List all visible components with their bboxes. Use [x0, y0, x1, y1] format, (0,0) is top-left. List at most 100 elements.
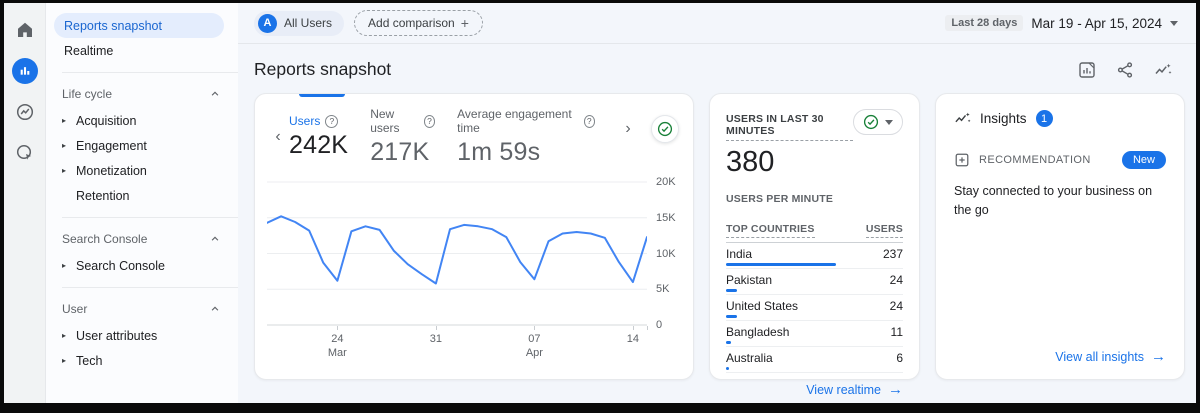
- sidebar-item-monetization[interactable]: ▸ Monetization: [46, 158, 238, 183]
- country-bar: [726, 263, 836, 266]
- bar-chart-icon-glyph: [17, 63, 33, 79]
- nav-rail: [4, 3, 46, 403]
- previous-metrics-button[interactable]: ‹: [267, 128, 289, 146]
- users-per-minute-label: USERS PER MINUTE: [726, 193, 903, 205]
- sidebar-item-label: Acquisition: [76, 114, 136, 128]
- explore-icon[interactable]: [12, 99, 38, 125]
- advertising-icon-glyph: [15, 143, 35, 163]
- country-name: Australia: [726, 351, 773, 365]
- realtime-status-dropdown[interactable]: [853, 109, 903, 135]
- sidebar-item-user-attributes[interactable]: ▸ User attributes: [46, 323, 238, 348]
- main-content: A All Users Add comparison + Last 28 day…: [238, 3, 1196, 403]
- country-users: 24: [890, 299, 903, 313]
- sidebar-item-engagement[interactable]: ▸ Engagement: [46, 133, 238, 158]
- country-users: 6: [896, 351, 903, 365]
- country-bar: [726, 289, 737, 292]
- sidebar-section-user[interactable]: User: [46, 297, 238, 321]
- chevron-up-icon: [210, 234, 220, 244]
- country-name: Bangladesh: [726, 325, 789, 339]
- section-title: Life cycle: [62, 87, 112, 101]
- page-header: Reports snapshot: [238, 44, 1196, 93]
- header-actions: [1078, 61, 1172, 79]
- help-icon[interactable]: ?: [424, 115, 435, 128]
- metric-value: 1m 59s: [457, 138, 595, 167]
- divider: [62, 217, 238, 218]
- home-icon[interactable]: [12, 17, 38, 43]
- help-icon[interactable]: ?: [584, 115, 596, 128]
- country-row: Australia 6: [726, 347, 903, 373]
- view-realtime-link[interactable]: View realtime →: [726, 373, 903, 398]
- add-comparison-label: Add comparison: [368, 16, 455, 30]
- report-nav-sidebar: Reports snapshot Realtime Life cycle ▸ A…: [46, 3, 238, 403]
- app-window: Reports snapshot Realtime Life cycle ▸ A…: [0, 0, 1200, 413]
- view-all-insights-link[interactable]: View all insights →: [954, 340, 1166, 365]
- country-users: 24: [890, 273, 903, 287]
- realtime-users-value: 380: [726, 146, 903, 179]
- insights-icon[interactable]: [1154, 61, 1172, 79]
- country-bar: [726, 367, 729, 370]
- share-icon[interactable]: [1116, 61, 1134, 79]
- date-range-value: Mar 19 - Apr 15, 2024: [1031, 16, 1162, 31]
- selected-metric-indicator: [299, 94, 345, 97]
- data-quality-button[interactable]: [651, 115, 679, 143]
- reports-icon[interactable]: [12, 58, 38, 84]
- metric-value: 217K: [370, 138, 435, 167]
- x-axis-labels: 24Mar3107Apr14: [267, 326, 647, 360]
- sidebar-item-label: User attributes: [76, 329, 157, 343]
- realtime-card: USERS IN LAST 30 MINUTES 380 USERS PER M…: [709, 93, 920, 380]
- metric-label: Users: [289, 114, 320, 128]
- date-range-picker[interactable]: Last 28 days Mar 19 - Apr 15, 2024: [945, 15, 1178, 31]
- sidebar-item-label: Monetization: [76, 164, 147, 178]
- cards-row: ‹ Users ? 242K New users ? 217K: [238, 93, 1196, 380]
- chevron-up-icon: [210, 89, 220, 99]
- metric-tab-avg-engagement-time[interactable]: Average engagement time ? 1m 59s: [457, 107, 595, 167]
- sidebar-item-acquisition[interactable]: ▸ Acquisition: [46, 108, 238, 133]
- add-box-icon: [954, 152, 970, 168]
- next-metrics-button[interactable]: ›: [617, 120, 639, 138]
- insight-message[interactable]: Stay connected to your business on the g…: [954, 182, 1166, 220]
- country-users: 11: [891, 325, 903, 339]
- sidebar-item-realtime[interactable]: Realtime: [54, 38, 224, 63]
- all-users-segment-chip[interactable]: A All Users: [254, 11, 344, 36]
- divider: [62, 72, 238, 73]
- country-users: 237: [883, 247, 903, 261]
- page-title: Reports snapshot: [254, 59, 391, 80]
- metric-tab-new-users[interactable]: New users ? 217K: [370, 107, 435, 167]
- link-label: View realtime: [806, 383, 881, 397]
- col-top-countries: TOP COUNTRIES: [726, 223, 815, 238]
- sidebar-item-reports-snapshot[interactable]: Reports snapshot: [54, 13, 224, 38]
- section-title: Search Console: [62, 232, 147, 246]
- sidebar-item-label: Reports snapshot: [64, 19, 162, 33]
- country-row: United States24: [726, 295, 903, 321]
- sidebar-item-label: Tech: [76, 354, 102, 368]
- sidebar-item-tech[interactable]: ▸ Tech: [46, 348, 238, 373]
- sidebar-item-retention[interactable]: ▸ Retention: [46, 183, 238, 208]
- add-comparison-button[interactable]: Add comparison +: [354, 10, 483, 36]
- metric-tab-users[interactable]: Users ? 242K: [289, 114, 348, 160]
- country-row: Bangladesh 11: [726, 321, 903, 347]
- sidebar-section-life-cycle[interactable]: Life cycle: [46, 82, 238, 106]
- users-trend-chart: 05K10K15K20K 24Mar3107Apr14: [267, 181, 679, 360]
- advertising-icon[interactable]: [12, 140, 38, 166]
- sidebar-item-search-console[interactable]: ▸ Search Console: [46, 253, 238, 278]
- sidebar-section-search-console[interactable]: Search Console: [46, 227, 238, 251]
- expand-arrow-icon: ▸: [62, 356, 76, 365]
- comparison-topbar: A All Users Add comparison + Last 28 day…: [238, 3, 1196, 44]
- sidebar-item-label: Search Console: [76, 259, 165, 273]
- country-name: India: [726, 247, 752, 261]
- explore-icon-glyph: [15, 102, 35, 122]
- help-icon[interactable]: ?: [325, 115, 338, 128]
- segment-label: All Users: [284, 16, 332, 30]
- plus-icon: +: [461, 15, 469, 31]
- expand-arrow-icon: ▸: [62, 261, 76, 270]
- insights-icon: [954, 110, 971, 127]
- insights-title: Insights: [980, 111, 1027, 126]
- users-trend-plot[interactable]: [267, 181, 647, 326]
- date-preset-badge: Last 28 days: [945, 15, 1023, 31]
- caret-down-icon: [885, 120, 893, 125]
- link-label: View all insights: [1055, 350, 1144, 364]
- section-title: User: [62, 302, 87, 316]
- country-row: India 237: [726, 243, 903, 269]
- expand-arrow-icon: ▸: [62, 166, 76, 175]
- customize-report-icon[interactable]: [1078, 61, 1096, 79]
